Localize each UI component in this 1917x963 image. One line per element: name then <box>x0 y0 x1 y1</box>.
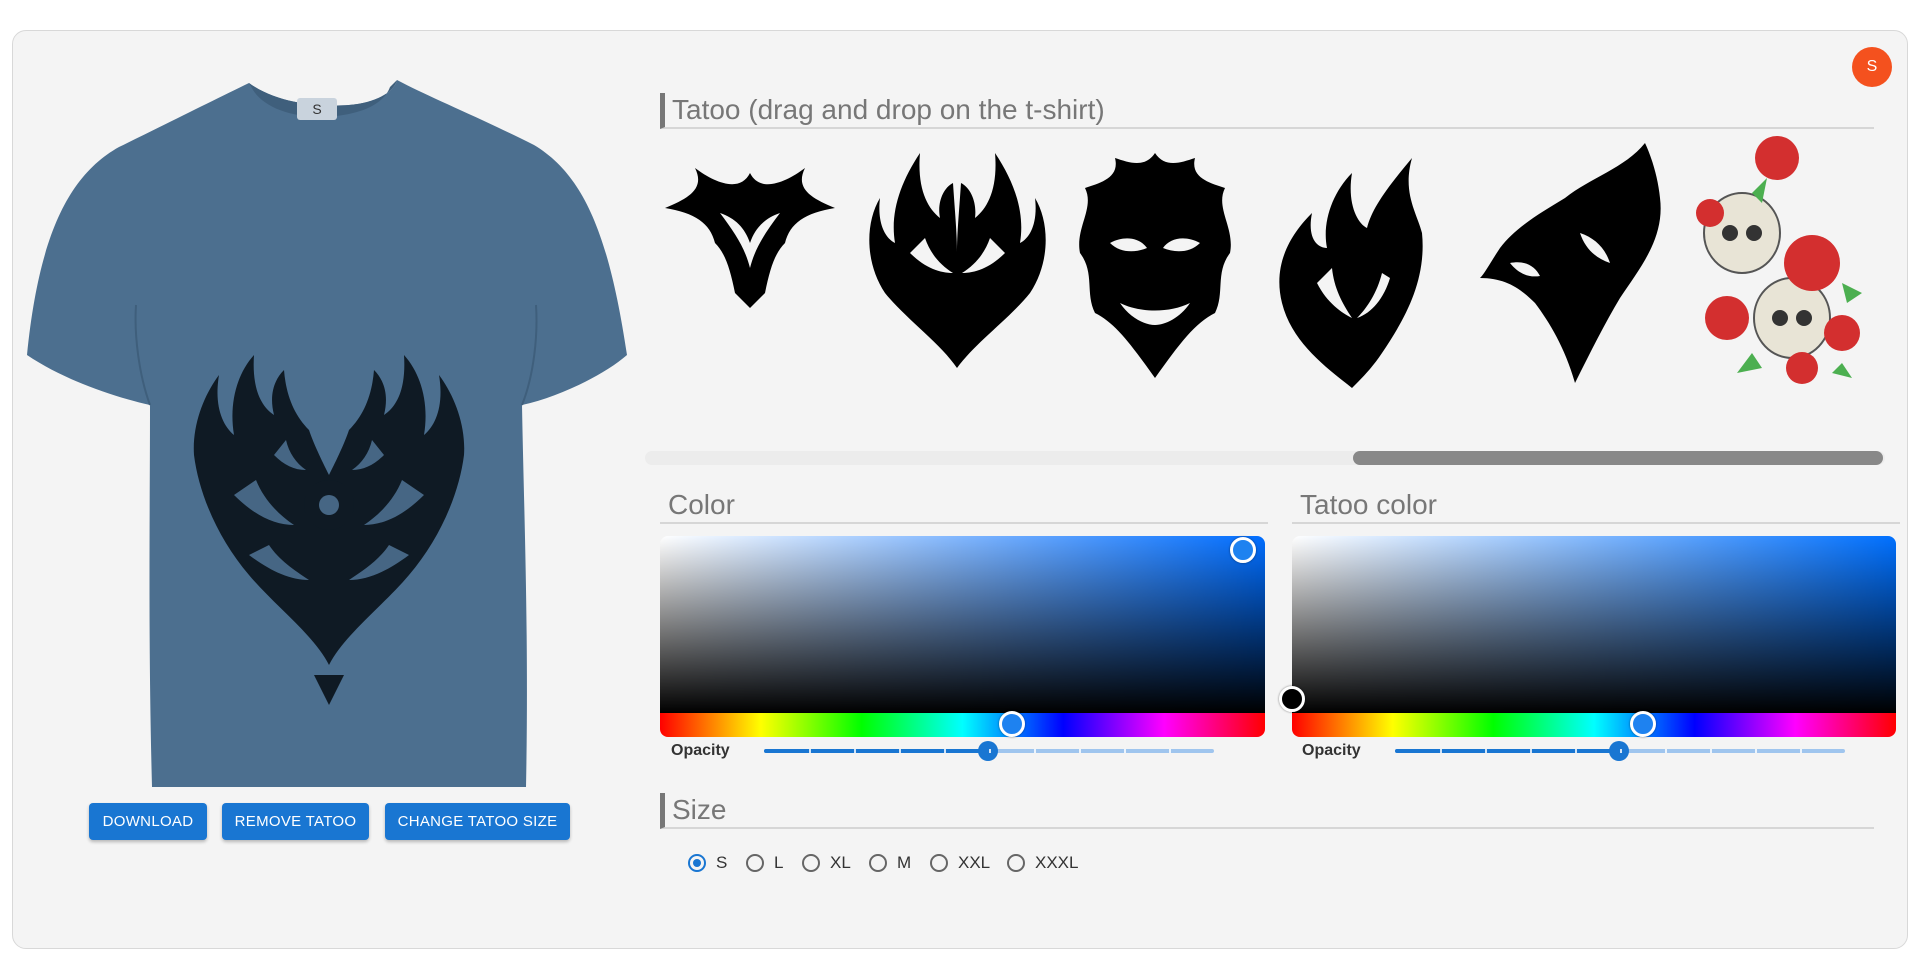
tattoo-hue-knob[interactable] <box>1630 711 1656 737</box>
tattoo-color-section-title: Tatoo color <box>1292 488 1900 524</box>
size-option-xxl[interactable]: XXL <box>930 851 990 875</box>
shirt-opacity-tick <box>1034 749 1036 753</box>
user-avatar[interactable]: S <box>1852 47 1892 87</box>
tshirt-icon <box>27 80 627 787</box>
radio-button[interactable] <box>746 854 764 872</box>
tattoo-opacity-tick <box>1440 749 1442 753</box>
tattoo-opacity-fill <box>1395 749 1620 753</box>
size-section-title: Size <box>660 793 1874 829</box>
download-button[interactable]: DOWNLOAD <box>89 803 207 840</box>
tattoo-opacity-tick <box>1755 749 1757 753</box>
shirt-hue-knob[interactable] <box>999 711 1025 737</box>
remove-tattoo-button[interactable]: REMOVE TATOO <box>222 803 369 840</box>
gallery-scrollbar-thumb[interactable] <box>1353 451 1883 465</box>
tattoo-opacity-tick <box>1665 749 1667 753</box>
tattoo-opacity-tick <box>1800 749 1802 753</box>
tribal-flame-tattoo-icon[interactable] <box>1272 153 1432 393</box>
tattoo-color-saturation-knob[interactable] <box>1279 686 1305 712</box>
skull-roses-tattoo-icon[interactable] <box>1692 133 1872 393</box>
tshirt-preview[interactable]: S <box>24 75 634 795</box>
shirt-opacity-tick <box>944 749 946 753</box>
phoenix-tattoo-icon[interactable] <box>865 143 1050 373</box>
shirt-opacity-fill <box>764 749 989 753</box>
size-option-l[interactable]: L <box>746 851 783 875</box>
tattoo-gallery[interactable] <box>660 136 1870 398</box>
shirt-opacity-tick <box>989 749 991 753</box>
radio-button[interactable] <box>1007 854 1025 872</box>
radio-button[interactable] <box>802 854 820 872</box>
tattoo-opacity-thumb[interactable] <box>1609 741 1629 761</box>
tattoo-hue-bar[interactable] <box>1292 713 1896 737</box>
shirt-opacity-tick <box>1124 749 1126 753</box>
dragon-tattoo-icon[interactable] <box>660 153 840 313</box>
tattoo-section-title: Tatoo (drag and drop on the t-shirt) <box>660 93 1874 129</box>
wolf-tattoo-icon[interactable] <box>1480 138 1665 388</box>
tattoo-color-saturation-area[interactable] <box>1292 536 1896 713</box>
shirt-opacity-tick <box>1079 749 1081 753</box>
shirt-opacity-thumb[interactable] <box>978 741 998 761</box>
shirt-opacity-tick <box>1169 749 1171 753</box>
color-section-title: Color <box>660 488 1268 524</box>
tattoo-opacity-tick <box>1710 749 1712 753</box>
shirt-opacity-tick <box>899 749 901 753</box>
size-option-s[interactable]: S <box>688 851 727 875</box>
size-option-m[interactable]: M <box>869 851 911 875</box>
radio-button[interactable] <box>688 854 706 872</box>
shirt-opacity-tick <box>809 749 811 753</box>
tattoo-opacity-tick <box>1485 749 1487 753</box>
shirt-hue-bar[interactable] <box>660 713 1265 737</box>
tattoo-opacity-tick <box>1575 749 1577 753</box>
tribal-mask-tattoo-icon[interactable] <box>1065 143 1245 383</box>
tattoo-opacity-tick <box>1620 749 1622 753</box>
tattoo-opacity-label: Opacity <box>1302 742 1361 759</box>
shirt-size-tag: S <box>297 98 337 120</box>
change-tattoo-size-button[interactable]: CHANGE TATOO SIZE <box>385 803 570 840</box>
shirt-opacity-tick <box>854 749 856 753</box>
tattoo-opacity-tick <box>1530 749 1532 753</box>
shirt-color-saturation-knob[interactable] <box>1230 537 1256 563</box>
shirt-color-saturation-area[interactable] <box>660 536 1265 713</box>
size-option-xxxl[interactable]: XXXL <box>1007 851 1078 875</box>
radio-button[interactable] <box>869 854 887 872</box>
shirt-opacity-label: Opacity <box>671 742 730 759</box>
radio-button[interactable] <box>930 854 948 872</box>
size-option-xl[interactable]: XL <box>802 851 851 875</box>
